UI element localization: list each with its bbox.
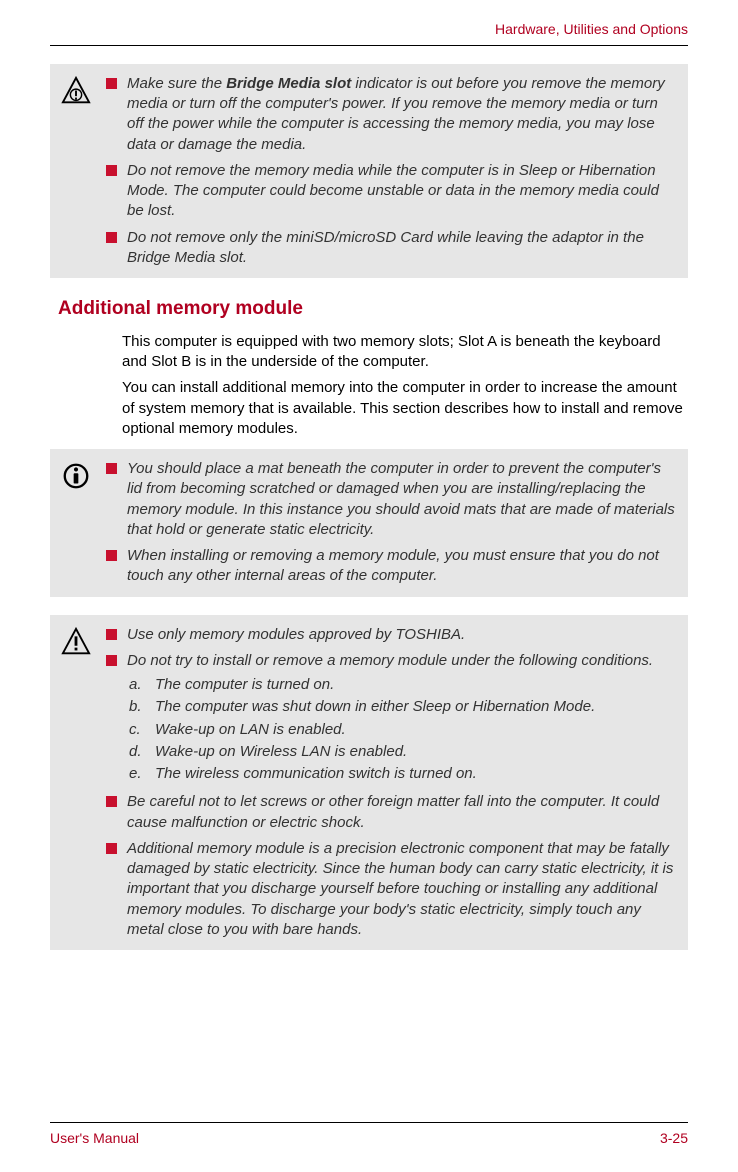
bullet-icon <box>106 796 117 807</box>
sub-text: The computer was shut down in either Sle… <box>155 697 595 717</box>
bullet-icon <box>106 655 117 666</box>
warning-icon <box>58 625 94 657</box>
bullet-icon <box>106 232 117 243</box>
paragraph: This computer is equipped with two memor… <box>122 332 688 373</box>
info-list: You should place a mat beneath the compu… <box>106 459 676 587</box>
sub-text: The computer is turned on. <box>155 675 334 695</box>
sub-text: The wireless communication switch is tur… <box>155 764 477 784</box>
bullet-icon <box>106 843 117 854</box>
warning-icon <box>58 74 94 106</box>
bullet-text: When installing or removing a memory mod… <box>127 546 676 587</box>
paragraph: You can install additional memory into t… <box>122 378 688 439</box>
chapter-header: Hardware, Utilities and Options <box>50 20 688 46</box>
bullet-icon <box>106 165 117 176</box>
bullet-icon <box>106 78 117 89</box>
sub-letter: e. <box>129 764 145 784</box>
footer-left: User's Manual <box>50 1129 139 1148</box>
caution-list-2: Use only memory modules approved by TOSH… <box>106 625 676 941</box>
sub-text: Wake-up on Wireless LAN is enabled. <box>155 742 407 762</box>
bullet-icon <box>106 463 117 474</box>
page-footer: User's Manual 3-25 <box>50 1122 688 1148</box>
bullet-icon <box>106 550 117 561</box>
bullet-icon <box>106 629 117 640</box>
bullet-text: Make sure the Bridge Media slot indicato… <box>127 74 676 155</box>
info-box: You should place a mat beneath the compu… <box>50 449 688 597</box>
caution-box-1: Make sure the Bridge Media slot indicato… <box>50 64 688 278</box>
caution-box-2: Use only memory modules approved by TOSH… <box>50 615 688 951</box>
info-icon <box>58 459 94 491</box>
sub-list: a. The computer is turned on. b. The compu… <box>129 675 676 784</box>
bullet-text: Use only memory modules approved by TOSH… <box>127 625 676 645</box>
bullet1-text: Make sure the Bridge Media slot indicato… <box>127 75 665 153</box>
sub-letter: b. <box>129 697 145 717</box>
bullet-text: Additional memory module is a precision … <box>127 839 676 940</box>
bullet-text: Do not remove the memory media while the… <box>127 161 676 222</box>
section-heading: Additional memory module <box>50 296 688 322</box>
sub-text: Wake-up on LAN is enabled. <box>155 720 346 740</box>
sub-letter: c. <box>129 720 145 740</box>
sub-letter: a. <box>129 675 145 695</box>
caution-list-1: Make sure the Bridge Media slot indicato… <box>106 74 676 268</box>
footer-right: 3-25 <box>660 1129 688 1148</box>
bullet-text: Do not remove only the miniSD/microSD Ca… <box>127 228 676 269</box>
bullet-text: Do not try to install or remove a memory… <box>127 651 676 787</box>
bullet-text: Be careful not to let screws or other fo… <box>127 792 676 833</box>
section-paragraphs: This computer is equipped with two memor… <box>50 332 688 439</box>
sub-letter: d. <box>129 742 145 762</box>
bullet-text: You should place a mat beneath the compu… <box>127 459 676 540</box>
